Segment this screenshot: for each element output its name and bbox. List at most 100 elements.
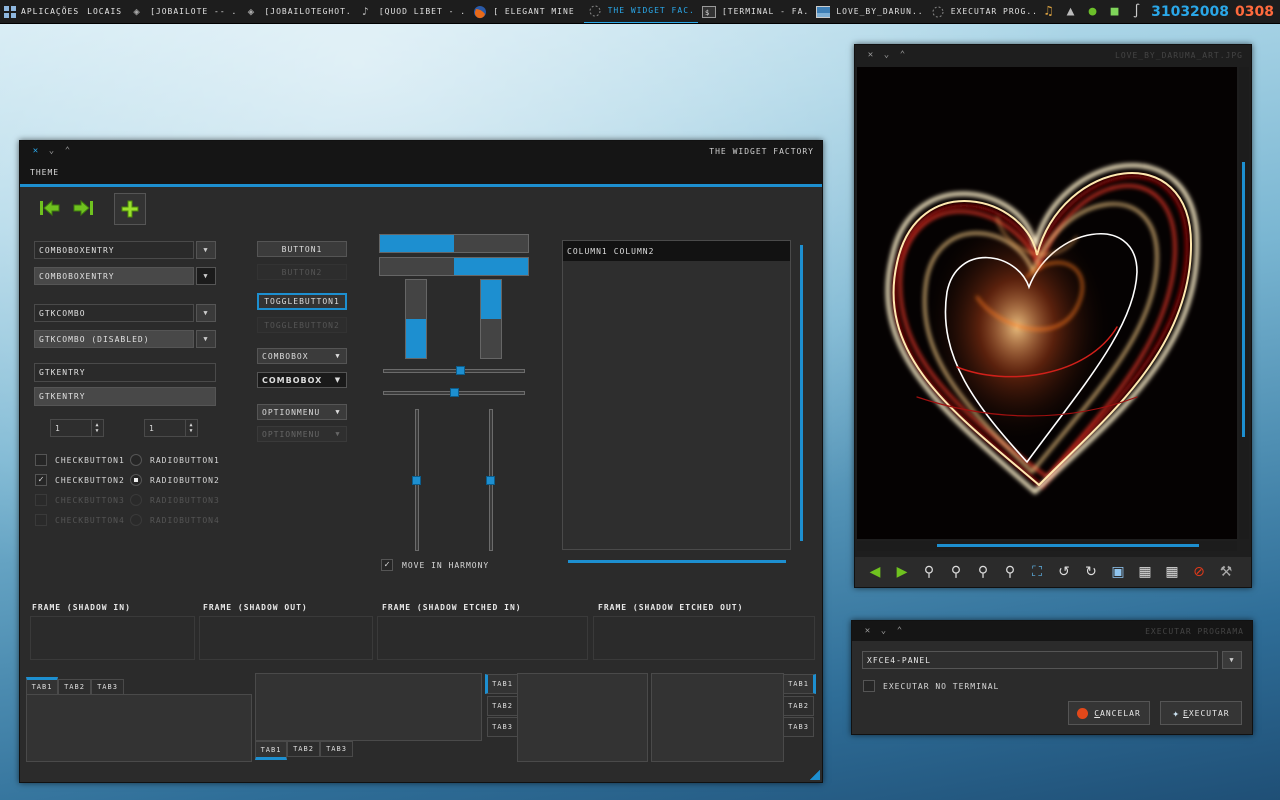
preferences-icon[interactable]: ⚒ [1216, 562, 1236, 582]
vertical-scrollbar[interactable] [1239, 67, 1249, 539]
applications-menu[interactable]: Aplicações [0, 0, 83, 23]
scale-handle[interactable] [456, 366, 465, 375]
fullscreen-icon[interactable]: ⛶ [1027, 562, 1047, 582]
maximize-icon[interactable]: ⌃ [895, 50, 911, 60]
tree-view[interactable]: column1 column2 [562, 240, 791, 550]
scale-handle[interactable] [486, 476, 495, 485]
task-item-active[interactable]: The Widget Fac... [583, 0, 698, 23]
command-input[interactable]: xfce4-panel [862, 651, 1218, 669]
command-history-dropdown[interactable]: ▼ [1222, 651, 1242, 669]
notebook-top-tab2[interactable]: tab2 [58, 679, 91, 695]
spin-arrows-icon[interactable]: ▲ ▼ [185, 420, 197, 436]
minimize-icon[interactable]: ⌄ [879, 50, 895, 60]
spinbutton-2[interactable]: 1 ▲ ▼ [144, 419, 198, 437]
hscale-1[interactable] [383, 366, 525, 375]
task-item[interactable]: ◈ [jobailoteghot... [240, 0, 354, 23]
comboboxentry-2-dropdown[interactable]: ▼ [196, 267, 216, 285]
comboboxentry-1[interactable]: comboboxentry [34, 241, 194, 259]
notebook-bottom-tab3[interactable]: tab3 [320, 741, 353, 757]
rotate-left-icon[interactable]: ↺ [1054, 562, 1074, 582]
task-item[interactable]: ◈ [jobailote -- ... [126, 0, 240, 23]
horizontal-scrollbar[interactable] [857, 541, 1237, 551]
notebook-left-tab1[interactable]: tab1 [485, 674, 518, 694]
close-icon[interactable]: ✕ [860, 626, 876, 636]
clock[interactable]: 31032008 0308 [1151, 4, 1274, 20]
titlebar[interactable]: ✕ ⌄ ⌃ love_by_daruma_art.jpg [855, 45, 1251, 65]
spinbutton-1[interactable]: 1 ▲ ▼ [50, 419, 104, 437]
save-icon[interactable]: ▦ [1135, 562, 1155, 582]
notebook-right-tab3[interactable]: tab3 [783, 717, 814, 737]
comboboxentry-1-dropdown[interactable]: ▼ [196, 241, 216, 259]
wallpaper-icon[interactable]: ▣ [1108, 562, 1128, 582]
checkbutton2[interactable]: ✓ [35, 474, 47, 486]
task-item[interactable]: Executar prog... [927, 0, 1041, 23]
comboboxentry-2[interactable]: comboboxentry [34, 267, 194, 285]
tree-vscrollbar[interactable] [800, 245, 803, 541]
notebook-bottom-tab1[interactable]: tab1 [255, 741, 287, 760]
places-menu[interactable]: Locais [83, 0, 126, 23]
column2-header[interactable]: column2 [614, 247, 655, 256]
scrollbar-thumb[interactable] [937, 544, 1199, 547]
scale-handle[interactable] [412, 476, 421, 485]
spin-arrows-icon[interactable]: ▲ ▼ [91, 420, 103, 436]
scrollbar-thumb[interactable] [1242, 162, 1245, 437]
close-icon[interactable]: ✕ [863, 50, 879, 60]
tree-hscrollbar[interactable] [568, 560, 786, 563]
back-icon[interactable]: ◀ [865, 562, 885, 582]
notebook-bottom-tab2[interactable]: tab2 [287, 741, 320, 757]
network-icon[interactable]: ■ [1107, 4, 1123, 20]
move-in-harmony-check[interactable]: ✓ [381, 559, 393, 571]
gtkentry-2[interactable]: gtkentry [34, 387, 216, 406]
combobox-1[interactable]: combobox ▼ [257, 348, 347, 364]
user-icon[interactable]: ● [1085, 4, 1101, 20]
menu-theme[interactable]: Theme [30, 168, 59, 177]
togglebutton1[interactable]: togglebutton1 [257, 293, 347, 310]
gtkentry-1[interactable]: gtkentry [34, 363, 216, 382]
save-as-icon[interactable]: ▦ [1162, 562, 1182, 582]
titlebar[interactable]: ✕ ⌄ ⌃ The Widget Factory [20, 141, 822, 161]
go-last-button[interactable] [69, 193, 99, 223]
task-item[interactable]: ♪ [Quod Libet - ... [355, 0, 469, 23]
notebook-right-tab2[interactable]: tab2 [783, 696, 814, 716]
checkbutton1[interactable] [35, 454, 47, 466]
zoom-out-icon[interactable]: ⚲ [919, 562, 939, 582]
media-player-icon[interactable]: ♫ [1041, 4, 1057, 20]
task-item[interactable]: [ Elegant mine ... [469, 0, 583, 23]
vscale-2[interactable] [486, 409, 495, 551]
close-icon[interactable]: ✕ [28, 146, 44, 156]
titlebar[interactable]: ✕ ⌄ ⌃ Executar programa [852, 621, 1252, 641]
maximize-icon[interactable]: ⌃ [892, 626, 908, 636]
notebook-top-tab3[interactable]: tab3 [91, 679, 124, 695]
minimize-icon[interactable]: ⌄ [44, 146, 60, 156]
zoom-100-icon[interactable]: ⚲ [1000, 562, 1020, 582]
column1-header[interactable]: column1 [567, 247, 608, 256]
zoom-fit-icon[interactable]: ⚲ [973, 562, 993, 582]
vscale-1[interactable] [412, 409, 421, 551]
maximize-icon[interactable]: ⌃ [60, 146, 76, 156]
go-first-button[interactable] [34, 193, 64, 223]
resize-grip-icon[interactable] [810, 770, 820, 780]
forward-icon[interactable]: ▶ [892, 562, 912, 582]
notebook-right-tab1[interactable]: tab1 [783, 674, 816, 694]
run-in-terminal-check[interactable] [863, 680, 875, 692]
task-item[interactable]: $ [Terminal - fa... [698, 0, 812, 23]
combobox-2[interactable]: combobox ▼ [257, 372, 347, 388]
radiobutton2[interactable] [130, 474, 142, 486]
notebook-top-tab1[interactable]: tab1 [26, 677, 58, 695]
optionmenu-1[interactable]: optionmenu ▼ [257, 404, 347, 420]
delete-icon[interactable]: ⊘ [1189, 562, 1209, 582]
gtkcombo[interactable]: gtkcombo [34, 304, 194, 322]
power-icon[interactable]: ∫ [1129, 4, 1145, 20]
volume-icon[interactable]: ▲ [1063, 4, 1079, 20]
notebook-left-tab2[interactable]: tab2 [487, 696, 518, 716]
hscale-2[interactable] [383, 388, 525, 397]
gtkcombo-dropdown[interactable]: ▼ [196, 304, 216, 322]
scale-handle[interactable] [450, 388, 459, 397]
minimize-icon[interactable]: ⌄ [876, 626, 892, 636]
add-button[interactable] [114, 193, 146, 225]
cancel-button[interactable]: Cancelar [1068, 701, 1150, 725]
button1[interactable]: button1 [257, 241, 347, 257]
task-item[interactable]: love_by_darun... [812, 0, 926, 23]
rotate-right-icon[interactable]: ↻ [1081, 562, 1101, 582]
radiobutton1[interactable] [130, 454, 142, 466]
